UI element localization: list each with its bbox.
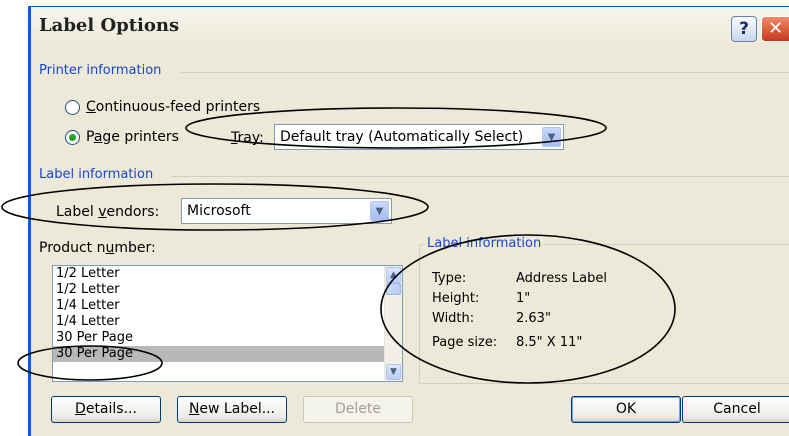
details-button[interactable]: Details... (51, 396, 161, 423)
list-item[interactable]: 1/2 Letter (53, 282, 402, 298)
product-number-list[interactable]: 1/2 Letter 1/2 Letter 1/4 Letter 1/4 Letter… (52, 265, 403, 382)
chevron-down-icon[interactable]: ▼ (542, 127, 561, 147)
info-type-key: Type: (432, 271, 467, 286)
info-pagesize-key: Page size: (432, 335, 498, 350)
label-options-dialog: Label Options ? ✕ Printer information Co… (28, 6, 789, 436)
info-width-key: Width: (432, 311, 475, 326)
label-vendors-label: Label vendors: (56, 204, 160, 220)
tray-select[interactable]: Default tray (Automatically Select) ▼ (274, 124, 564, 150)
scroll-down-icon[interactable]: ▼ (386, 364, 401, 380)
close-button[interactable]: ✕ (761, 16, 789, 42)
cancel-button[interactable]: Cancel (682, 396, 789, 423)
label-info-frame-title: Label information (425, 236, 544, 251)
list-item[interactable]: 30 Per Page (53, 346, 402, 362)
label-info-divider (171, 176, 789, 177)
product-list-items: 1/2 Letter 1/2 Letter 1/4 Letter 1/4 Letter… (53, 266, 402, 362)
info-width-value: 2.63" (516, 311, 551, 326)
continuous-feed-label: Continuous-feed printers (86, 99, 261, 115)
tray-label: Tray: (231, 130, 264, 146)
info-height-value: 1" (516, 291, 531, 306)
list-item[interactable]: 1/2 Letter (53, 266, 402, 282)
printer-info-divider (181, 72, 789, 73)
scroll-up-icon[interactable]: ▲ (386, 267, 401, 283)
new-label-button[interactable]: New Label... (177, 396, 287, 423)
page-printers-label: Page printers (86, 129, 179, 145)
label-vendors-value: Microsoft (187, 203, 251, 219)
dialog-title: Label Options (39, 15, 180, 36)
list-item[interactable]: 1/4 Letter (53, 314, 402, 330)
help-button[interactable]: ? (731, 16, 757, 42)
label-info-frame: Label information Type: Address Label He… (419, 236, 789, 384)
list-item[interactable]: 30 Per Page (53, 330, 402, 346)
info-type-value: Address Label (516, 271, 607, 286)
product-list-scrollbar[interactable]: ▲ ▼ (384, 266, 402, 381)
label-vendors-select[interactable]: Microsoft ▼ (181, 198, 392, 224)
ok-button[interactable]: OK (571, 396, 681, 423)
label-info-heading: Label information (39, 167, 160, 182)
list-item[interactable]: 1/4 Letter (53, 298, 402, 314)
continuous-feed-option[interactable]: Continuous-feed printers (65, 99, 260, 115)
product-number-label: Product number: (39, 240, 156, 256)
info-height-key: Height: (432, 291, 480, 306)
chevron-down-icon[interactable]: ▼ (370, 201, 389, 221)
title-bar: Label Options ? ✕ (31, 7, 789, 47)
info-pagesize-value: 8.5" X 11" (516, 335, 583, 350)
page-printers-option[interactable]: Page printers (65, 129, 179, 145)
tray-select-value: Default tray (Automatically Select) (280, 129, 524, 145)
page-printers-radio[interactable] (65, 129, 80, 145)
delete-button[interactable]: Delete (303, 396, 413, 423)
scrollbar-thumb[interactable] (386, 283, 401, 295)
continuous-feed-radio[interactable] (65, 99, 80, 115)
printer-info-heading: Printer information (39, 63, 168, 78)
